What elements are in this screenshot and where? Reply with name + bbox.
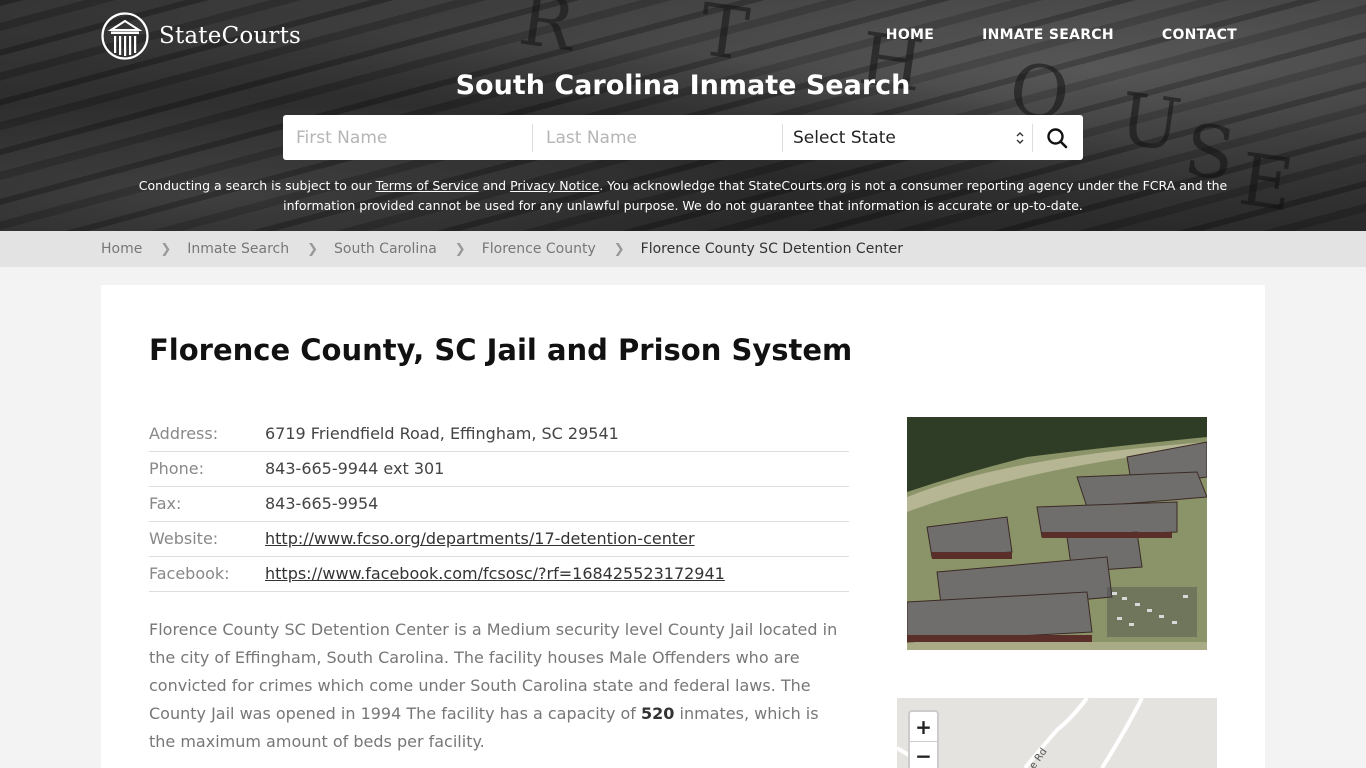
breadcrumb-home[interactable]: Home bbox=[101, 241, 142, 257]
info-row-fax: Fax: 843-665-9954 bbox=[149, 486, 849, 521]
info-label: Phone: bbox=[149, 459, 204, 478]
info-row-facebook: Facebook: https://www.facebook.com/fcsos… bbox=[149, 556, 849, 591]
state-select-value: Select State bbox=[793, 127, 896, 148]
select-arrows-icon bbox=[1016, 131, 1024, 145]
terms-of-service-link[interactable]: Terms of Service bbox=[376, 178, 479, 193]
info-row-phone: Phone: 843-665-9944 ext 301 bbox=[149, 451, 849, 486]
privacy-notice-link[interactable]: Privacy Notice bbox=[510, 178, 599, 193]
nav-home[interactable]: HOME bbox=[886, 27, 934, 43]
disclaimer-text: and bbox=[478, 178, 511, 193]
chevron-right-icon: ❯ bbox=[160, 241, 172, 257]
chevron-right-icon: ❯ bbox=[454, 241, 466, 257]
facility-card: Florence County, SC Jail and Prison Syst… bbox=[101, 285, 1265, 768]
info-label: Facebook: bbox=[149, 564, 230, 583]
disclaimer-text: Conducting a search is subject to our bbox=[138, 178, 376, 193]
facility-description: Florence County SC Detention Center is a… bbox=[149, 616, 839, 756]
facility-aerial-photo bbox=[907, 417, 1207, 650]
inmate-search-form: Select State bbox=[283, 115, 1083, 160]
chevron-right-icon: ❯ bbox=[613, 241, 625, 257]
search-icon bbox=[1047, 127, 1068, 148]
page-title: Florence County, SC Jail and Prison Syst… bbox=[149, 333, 853, 367]
breadcrumb: Home ❯ Inmate Search ❯ South Carolina ❯ … bbox=[0, 231, 1366, 267]
breadcrumb-inmate-search[interactable]: Inmate Search bbox=[187, 241, 289, 257]
search-disclaimer: Conducting a search is subject to our Te… bbox=[120, 176, 1246, 216]
courthouse-logo-icon bbox=[101, 12, 149, 60]
main-nav: HOME INMATE SEARCH CONTACT bbox=[886, 27, 1237, 43]
state-select[interactable]: Select State bbox=[783, 123, 1033, 152]
map-road-label: e Rd bbox=[1028, 746, 1050, 768]
facebook-link[interactable]: https://www.facebook.com/fcsosc/?rf=1684… bbox=[265, 564, 725, 583]
location-map[interactable]: e Rd + − bbox=[897, 698, 1217, 768]
website-link[interactable]: http://www.fcso.org/departments/17-deten… bbox=[265, 529, 695, 548]
info-row-address: Address: 6719 Friendfield Road, Effingha… bbox=[149, 416, 849, 451]
map-zoom-out-button[interactable]: − bbox=[910, 741, 937, 768]
logo[interactable]: StateCourts bbox=[101, 12, 301, 60]
map-roads: e Rd bbox=[897, 698, 1144, 768]
map-zoom-in-button[interactable]: + bbox=[910, 712, 937, 741]
map-zoom-control: + − bbox=[908, 710, 939, 768]
nav-contact[interactable]: CONTACT bbox=[1162, 27, 1237, 43]
facility-photo-illustration bbox=[907, 417, 1207, 650]
capacity-value: 520 bbox=[641, 704, 675, 723]
address-value: 6719 Friendfield Road, Effingham, SC 295… bbox=[265, 423, 619, 443]
breadcrumb-florence-county[interactable]: Florence County bbox=[482, 241, 596, 257]
info-label: Fax: bbox=[149, 494, 182, 513]
first-name-input[interactable] bbox=[283, 123, 533, 152]
logo-text: StateCourts bbox=[159, 23, 302, 49]
phone-value: 843-665-9944 ext 301 bbox=[265, 459, 445, 478]
hero-title: South Carolina Inmate Search bbox=[455, 70, 911, 101]
facility-info-table: Address: 6719 Friendfield Road, Effingha… bbox=[149, 416, 849, 592]
breadcrumb-south-carolina[interactable]: South Carolina bbox=[334, 241, 437, 257]
fax-value: 843-665-9954 bbox=[265, 494, 379, 513]
search-button[interactable] bbox=[1033, 115, 1081, 160]
info-row-website: Website: http://www.fcso.org/departments… bbox=[149, 521, 849, 556]
hero-banner: R T H O U S E StateCourts HOME INMATE SE… bbox=[0, 0, 1366, 231]
nav-inmate-search[interactable]: INMATE SEARCH bbox=[982, 27, 1114, 43]
info-label: Website: bbox=[149, 529, 219, 548]
info-label: Address: bbox=[149, 423, 219, 443]
breadcrumb-current: Florence County SC Detention Center bbox=[640, 241, 904, 257]
last-name-input[interactable] bbox=[533, 123, 783, 152]
chevron-right-icon: ❯ bbox=[307, 241, 319, 257]
